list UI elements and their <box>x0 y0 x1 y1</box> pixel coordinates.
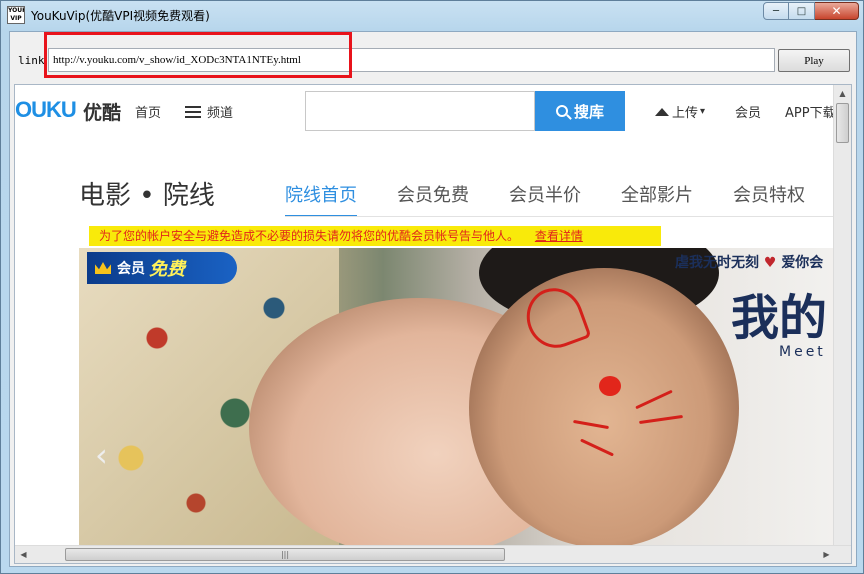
heart-icon: ♥ <box>763 255 777 271</box>
nav-channel-label: 频道 <box>207 106 234 121</box>
tab-all-movies[interactable]: 全部影片 <box>621 181 693 217</box>
tab-divider <box>285 216 833 217</box>
scroll-left-icon[interactable]: ◀ <box>15 546 32 563</box>
search-button[interactable]: 搜库 <box>535 91 625 131</box>
title-bar[interactable]: YOUKU VIP YouKuVip(优酷VPI视频免费观看) ─ □ ✕ <box>1 1 863 29</box>
nav-home-link[interactable]: 首页 <box>135 102 161 121</box>
scroll-up-icon[interactable]: ▲ <box>834 85 851 102</box>
horizontal-scrollbar[interactable]: ◀ ||| ▶ <box>15 545 851 563</box>
vertical-scroll-thumb[interactable] <box>836 103 849 143</box>
banner-actor-image <box>469 268 739 545</box>
client-area: link http://v.youku.com/v_show/id_XODc3N… <box>9 31 857 567</box>
minimize-button[interactable]: ─ <box>763 2 789 20</box>
notice-text: 为了您的帐户安全与避免造成不必要的损失请勿将您的优酷会员帐号告与他人。 <box>99 229 520 243</box>
crown-icon <box>95 262 111 274</box>
window-title: YouKuVip(优酷VPI视频免费观看) <box>31 9 210 23</box>
web-view: OUKU 优酷 首页 频道 搜库 上传 ▾ 会员 APP下载 电影 • 院线 院… <box>14 84 852 564</box>
upload-label: 上传 <box>672 106 699 121</box>
youku-page: OUKU 优酷 首页 频道 搜库 上传 ▾ 会员 APP下载 电影 • 院线 院… <box>15 85 833 545</box>
link-label: link <box>18 54 45 67</box>
horizontal-scroll-thumb[interactable]: ||| <box>65 548 505 561</box>
red-nose-drawing <box>599 376 621 396</box>
nav-channel-link[interactable]: 频道 <box>185 102 233 121</box>
tab-member-privileges[interactable]: 会员特权 <box>733 181 805 217</box>
menu-icon <box>185 105 201 118</box>
close-button[interactable]: ✕ <box>815 2 859 20</box>
upload-menu[interactable]: 上传 ▾ <box>655 102 705 121</box>
youku-logo[interactable]: OUKU <box>15 97 77 123</box>
youku-logo-cn[interactable]: 优酷 <box>83 98 121 125</box>
movie-title: 我的 <box>731 290 828 346</box>
play-button[interactable]: Play <box>778 49 850 72</box>
app-download-link[interactable]: APP下载 <box>785 102 833 121</box>
window-controls: ─ □ ✕ <box>763 2 859 20</box>
notice-detail-link[interactable]: 查看详情 <box>535 229 583 243</box>
vertical-scrollbar[interactable]: ▲ <box>833 85 851 545</box>
badge-text: 会员 <box>117 261 145 277</box>
tab-cinema-home[interactable]: 院线首页 <box>285 181 357 217</box>
tab-member-free[interactable]: 会员免费 <box>397 181 469 217</box>
search-icon <box>555 105 568 117</box>
prev-slide-icon[interactable]: ‹ <box>95 436 108 474</box>
tab-member-half-price[interactable]: 会员半价 <box>509 181 581 217</box>
app-icon: YOUKU VIP <box>7 6 25 24</box>
section-title: 电影 • 院线 <box>79 181 215 211</box>
member-link[interactable]: 会员 <box>735 102 761 121</box>
upload-icon <box>655 107 669 116</box>
tagline-left: 虐我无时无刻 <box>675 255 759 271</box>
search-button-label: 搜库 <box>573 102 604 121</box>
movie-banner[interactable]: 会员 免费 虐我无时无刻 ♥ 爱你会 我的 Meet ‹ <box>79 248 833 545</box>
member-free-badge: 会员 免费 <box>87 252 237 284</box>
scroll-right-icon[interactable]: ▶ <box>818 546 835 563</box>
url-input[interactable]: http://v.youku.com/v_show/id_XODc3NTA1NT… <box>48 48 775 72</box>
chevron-down-icon: ▾ <box>700 106 706 117</box>
maximize-button[interactable]: □ <box>789 2 815 20</box>
badge-free-text: 免费 <box>149 259 185 280</box>
app-window: YOUKU VIP YouKuVip(优酷VPI视频免费观看) ─ □ ✕ li… <box>0 0 864 574</box>
section-tabs: 院线首页 会员免费 会员半价 全部影片 会员特权 <box>285 181 833 217</box>
security-notice: 为了您的帐户安全与避免造成不必要的损失请勿将您的优酷会员帐号告与他人。 查看详情 <box>89 226 661 246</box>
search-input[interactable] <box>305 91 535 131</box>
movie-subtitle: Meet <box>779 344 826 360</box>
tagline-right: 爱你会 <box>781 255 824 271</box>
movie-tagline: 虐我无时无刻 ♥ 爱你会 <box>675 252 823 272</box>
